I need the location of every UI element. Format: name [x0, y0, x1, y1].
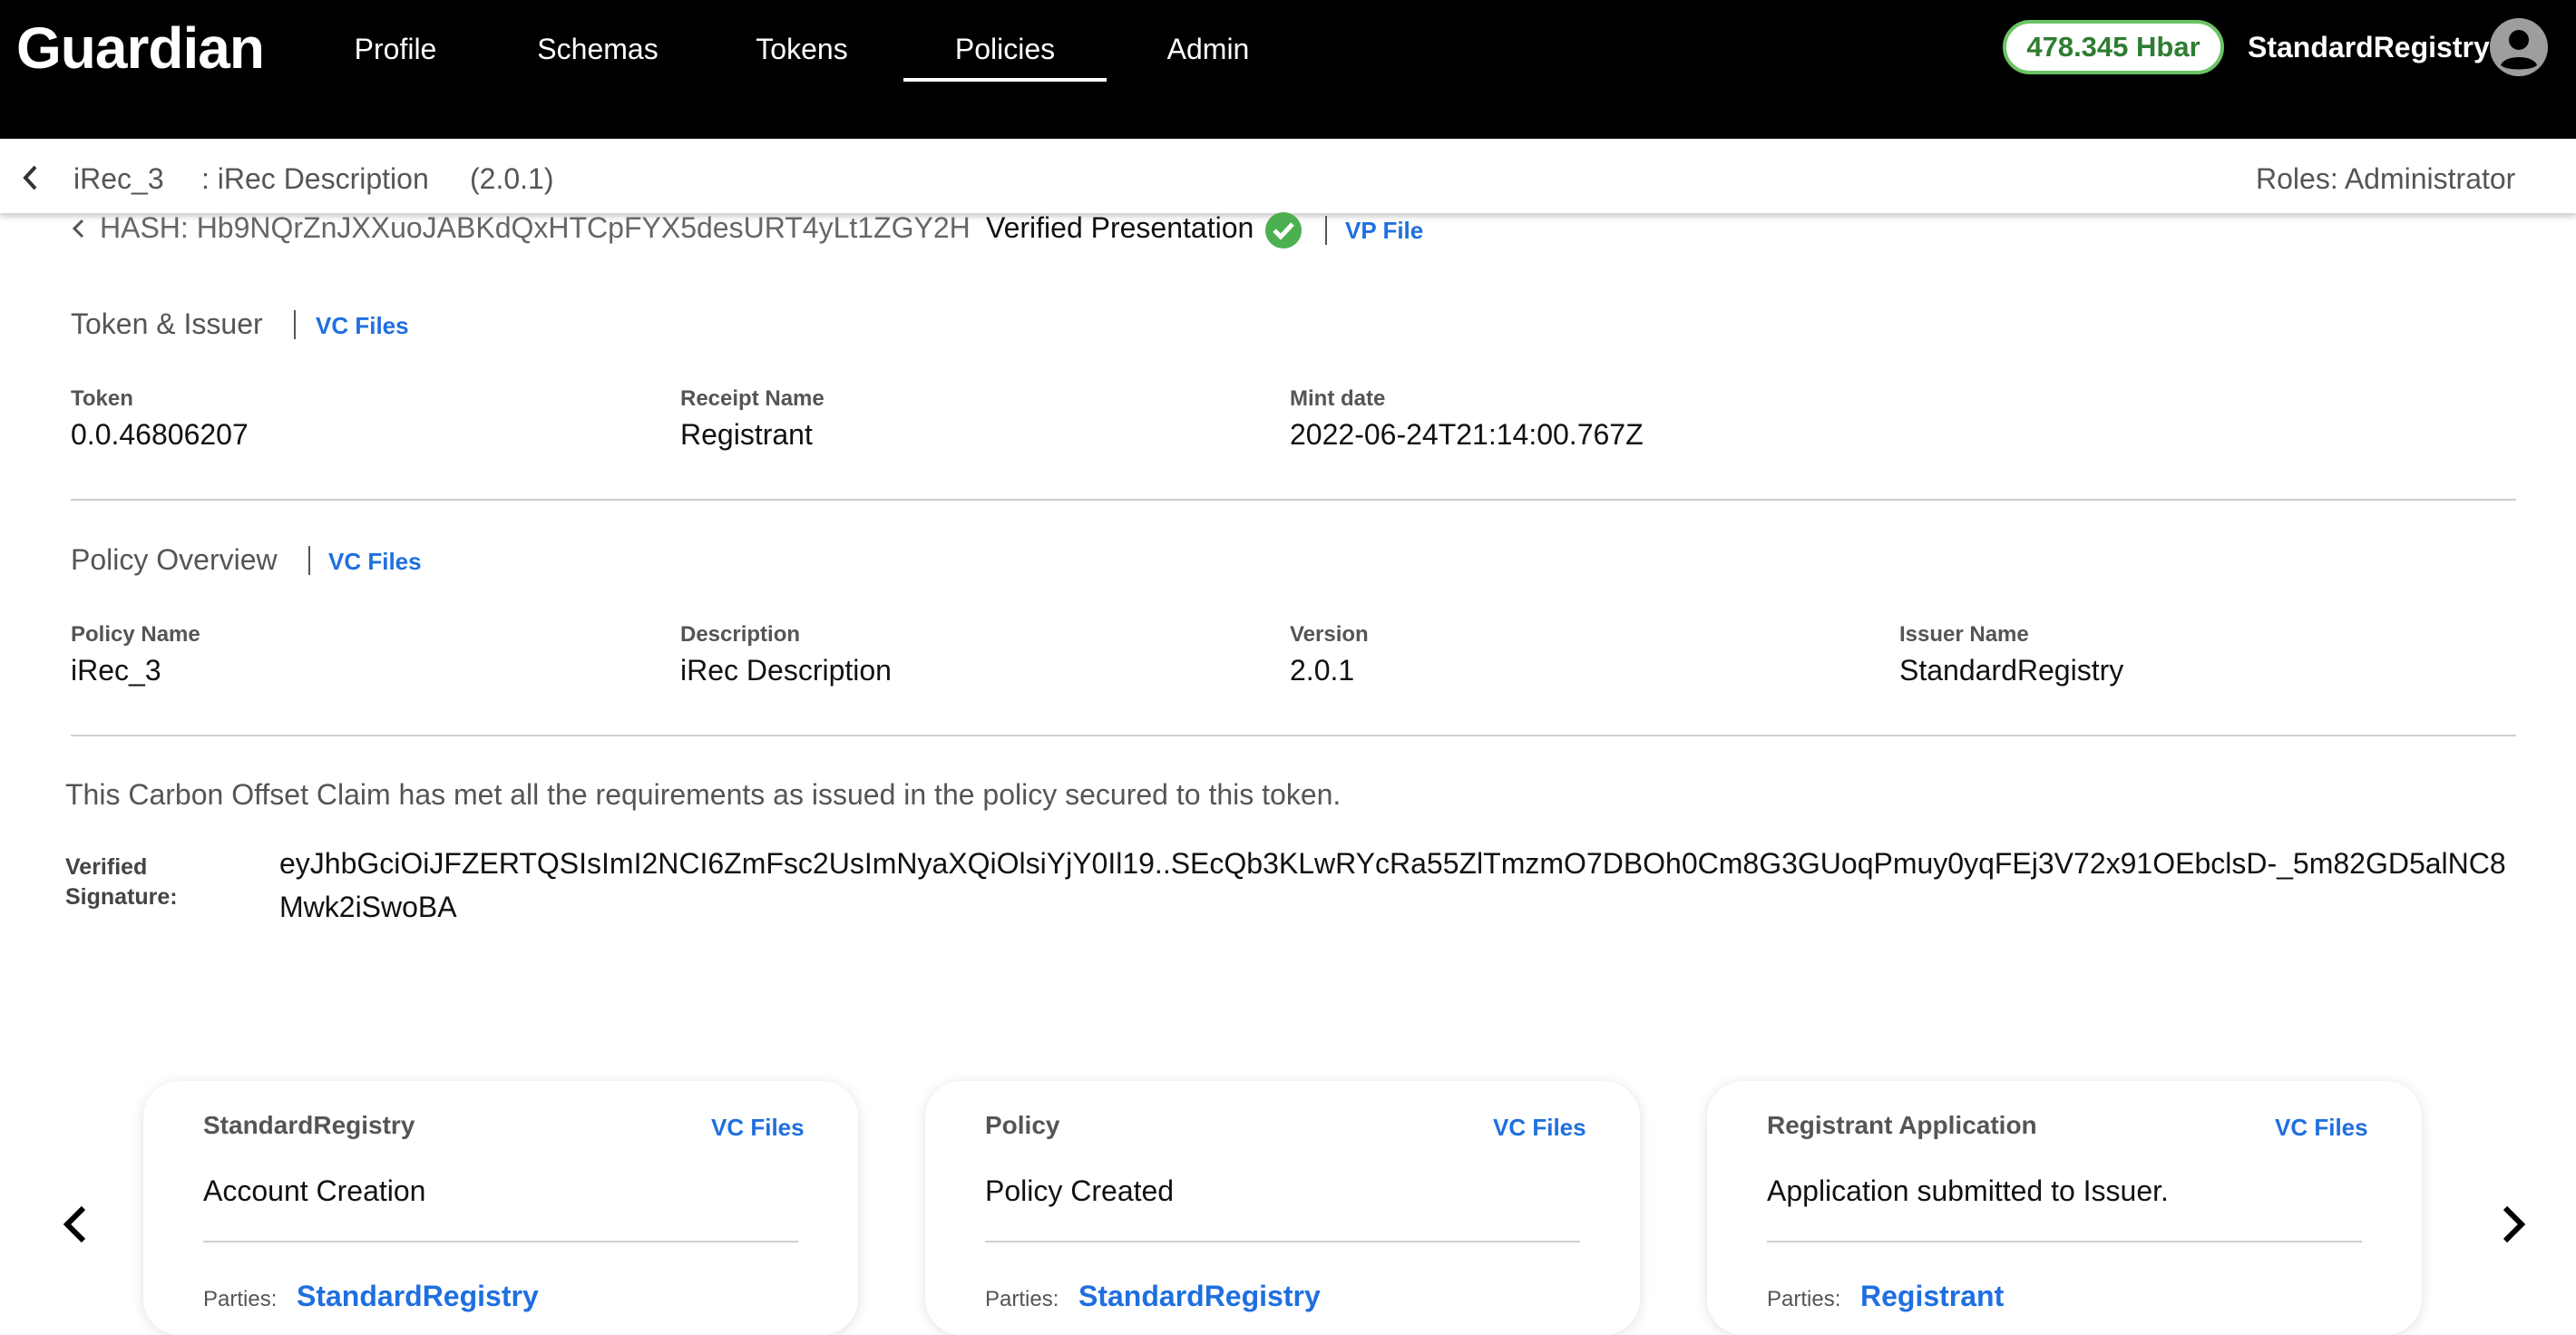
card-vc-files-link[interactable]: VC Files — [1493, 1113, 1586, 1142]
chevron-left-icon[interactable] — [71, 218, 85, 239]
description-label: Description — [680, 622, 801, 647]
mint-date-value: 2022-06-24T21:14:00.767Z — [1290, 418, 1644, 451]
carousel-next-icon[interactable] — [2500, 1204, 2529, 1244]
mint-date-label: Mint date — [1290, 386, 1386, 411]
version-label: Version — [1290, 622, 1369, 647]
vp-hash: HASH: Hb9NQrZnJXXuoJABKdQxHTCpFYX5desURT… — [100, 211, 971, 244]
vp-file-link[interactable]: VP File — [1345, 216, 1423, 245]
issuer-name-label: Issuer Name — [1899, 622, 2029, 647]
roles-label: Roles: Administrator — [2256, 162, 2516, 195]
token-section-title: Token & Issuer — [71, 307, 263, 340]
back-chevron-icon[interactable] — [20, 163, 40, 192]
app-logo[interactable]: Guardian — [16, 15, 265, 82]
policy-vc-files-link[interactable]: VC Files — [328, 547, 422, 576]
card-divider — [1767, 1241, 2362, 1242]
nav-active-indicator — [903, 78, 1107, 82]
card-divider — [985, 1241, 1580, 1242]
vp-title: Verified Presentation — [986, 211, 1254, 244]
card-title: Policy — [985, 1111, 1060, 1139]
username-label[interactable]: StandardRegistry — [2248, 29, 2490, 65]
signature-value: eyJhbGciOiJFZERTQSIsImI2NCI6ZmFsc2UsImNy… — [279, 847, 2506, 923]
card-description: Application submitted to Issuer. — [1767, 1174, 2169, 1207]
card-description: Policy Created — [985, 1174, 1175, 1207]
card-parties-link[interactable]: StandardRegistry — [297, 1279, 539, 1313]
card-divider — [203, 1241, 798, 1242]
receipt-name-value: Registrant — [680, 418, 813, 451]
receipt-name-label: Receipt Name — [680, 386, 825, 411]
version-value: 2.0.1 — [1290, 654, 1355, 687]
token-vc-files-link[interactable]: VC Files — [316, 311, 409, 340]
policy-name: iRec_3 — [73, 162, 164, 195]
card-title: StandardRegistry — [203, 1111, 415, 1139]
nav-tokens[interactable]: Tokens — [702, 31, 902, 67]
claim-statement: This Carbon Offset Claim has met all the… — [65, 778, 1342, 811]
carousel-prev-icon[interactable] — [60, 1204, 89, 1244]
nav-profile[interactable]: Profile — [296, 31, 495, 67]
card-parties-link[interactable]: Registrant — [1860, 1279, 2004, 1313]
card-description: Account Creation — [203, 1174, 426, 1207]
token-value: 0.0.46806207 — [71, 418, 249, 451]
card-parties-link[interactable]: StandardRegistry — [1078, 1279, 1321, 1313]
card-vc-files-link[interactable]: VC Files — [711, 1113, 805, 1142]
nav-admin[interactable]: Admin — [1108, 31, 1308, 67]
policy-name-value: iRec_3 — [71, 654, 161, 687]
section-divider — [71, 499, 2516, 501]
card-title: Registrant Application — [1767, 1111, 2037, 1139]
policy-description: : iRec Description — [201, 162, 429, 195]
nav-policies[interactable]: Policies — [905, 31, 1105, 67]
policy-section-title: Policy Overview — [71, 543, 278, 576]
card-vc-files-link[interactable]: VC Files — [2275, 1113, 2368, 1142]
token-label: Token — [71, 386, 133, 411]
divider — [1325, 216, 1327, 245]
verified-check-icon — [1265, 212, 1302, 248]
user-avatar-icon[interactable] — [2490, 18, 2548, 76]
divider — [294, 310, 296, 339]
hbar-balance-badge: 478.345 Hbar — [2003, 20, 2224, 74]
nav-schemas[interactable]: Schemas — [498, 31, 698, 67]
policy-version: (2.0.1) — [470, 162, 554, 195]
signature-label: Verified Signature: — [65, 854, 178, 910]
policy-name-label: Policy Name — [71, 622, 200, 647]
issuer-name-value: StandardRegistry — [1899, 654, 2124, 687]
section-divider — [71, 735, 2516, 736]
divider — [308, 546, 310, 575]
description-value: iRec Description — [680, 654, 892, 687]
